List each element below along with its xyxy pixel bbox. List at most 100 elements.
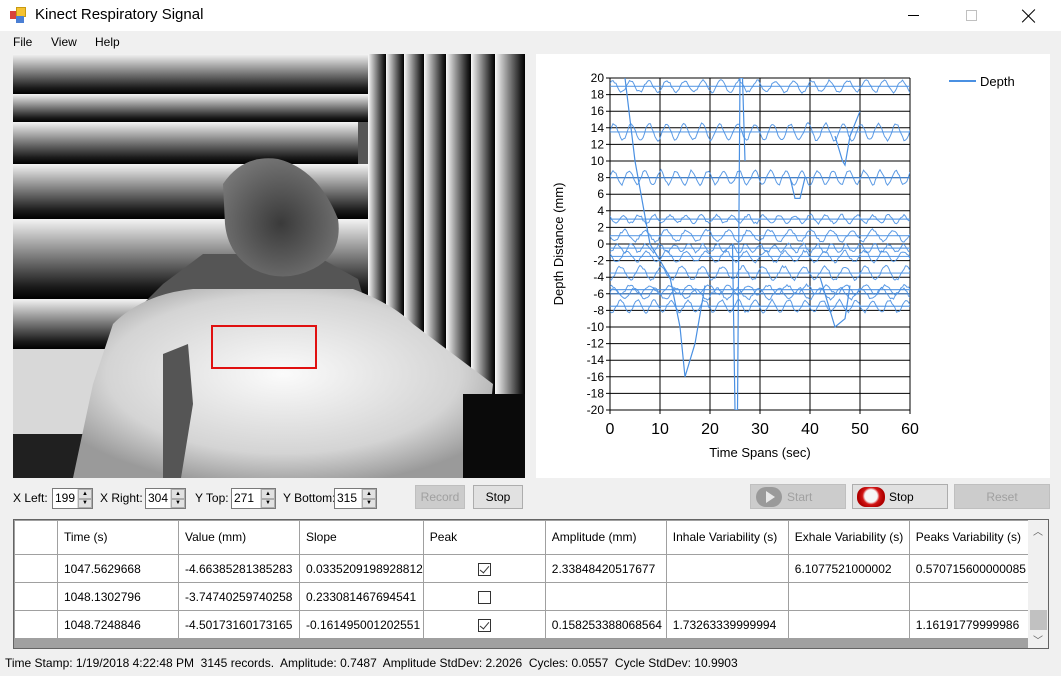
row-header[interactable] xyxy=(14,554,58,583)
y-top-stepper[interactable]: 271 ▲ ▼ xyxy=(231,488,276,509)
y-tick-label: -4 xyxy=(593,270,604,284)
cell-slope[interactable]: 0.0335209198928812 xyxy=(299,554,424,583)
cell-inhale[interactable]: 1.73263339999994 xyxy=(665,610,789,639)
menu-help[interactable]: Help xyxy=(95,35,120,49)
play-icon xyxy=(756,487,782,507)
cell-peak[interactable] xyxy=(422,610,546,639)
y-top-value[interactable]: 271 xyxy=(232,489,260,508)
reset-button[interactable]: Reset xyxy=(954,484,1050,509)
cell-peaks[interactable] xyxy=(908,582,1030,611)
stop-button[interactable]: Stop xyxy=(852,484,948,509)
start-label: Start xyxy=(787,490,813,504)
y-top-up-icon[interactable]: ▲ xyxy=(261,489,275,499)
legend-entry-depth: Depth xyxy=(980,74,1015,89)
x-right-value[interactable]: 304 xyxy=(146,489,170,508)
cell-exhale[interactable] xyxy=(787,582,910,611)
app-icon xyxy=(10,7,27,24)
y-bottom-stepper[interactable]: 315 ▲ ▼ xyxy=(334,488,377,509)
cell-exhale[interactable]: 6.1077521000002 xyxy=(787,554,910,583)
series-spike xyxy=(834,110,861,167)
cell-time[interactable]: 1047.5629668 xyxy=(57,554,179,583)
table-row[interactable]: 1047.5629668 -4.66385281385283 0.033520919… xyxy=(14,554,1030,583)
cell-peak[interactable] xyxy=(422,554,546,583)
x-left-stepper[interactable]: 199 ▲ ▼ xyxy=(52,488,93,509)
x-right-stepper[interactable]: 304 ▲ ▼ xyxy=(145,488,186,509)
x-left-value[interactable]: 199 xyxy=(53,489,77,508)
y-tick-label: -18 xyxy=(587,386,605,400)
y-bottom-up-icon[interactable]: ▲ xyxy=(362,489,376,499)
cell-time[interactable]: 1048.1302796 xyxy=(57,582,179,611)
cell-inhale[interactable] xyxy=(665,554,789,583)
col-slope[interactable]: Slope xyxy=(299,520,424,555)
start-button[interactable]: Start xyxy=(750,484,846,509)
cell-peaks[interactable]: 0.570715600000085 xyxy=(908,554,1030,583)
cell-value[interactable]: -3.74740259740258 xyxy=(178,582,300,611)
roi-stop-button[interactable]: Stop xyxy=(473,485,523,509)
x-right-down-icon[interactable]: ▼ xyxy=(171,498,185,508)
checkbox-checked[interactable] xyxy=(477,618,491,632)
cell-amplitude[interactable] xyxy=(544,582,667,611)
chart-panel-edge xyxy=(1050,54,1061,478)
x-left-down-icon[interactable]: ▼ xyxy=(78,498,92,508)
roi-rectangle[interactable] xyxy=(211,325,317,369)
depth-image-view[interactable] xyxy=(13,54,525,478)
col-time[interactable]: Time (s) xyxy=(57,520,179,555)
x-right-label: X Right: xyxy=(100,491,143,505)
scroll-down-icon[interactable]: ﹀ xyxy=(1028,631,1048,648)
x-right-up-icon[interactable]: ▲ xyxy=(171,489,185,499)
cell-peak[interactable] xyxy=(422,582,546,611)
col-amplitude[interactable]: Amplitude (mm) xyxy=(544,520,667,555)
scroll-thumb[interactable] xyxy=(1030,610,1047,630)
cell-inhale[interactable] xyxy=(665,582,789,611)
depth-chart: 20 18 16 14 12 10 8 6 4 2 0 -2 -4 -6 -8 -10 -12 -14 -16 -18… xyxy=(536,54,1061,478)
record-button[interactable]: Record xyxy=(415,485,465,509)
col-inhale-variability[interactable]: Inhale Variability (s) xyxy=(665,520,789,555)
row-header[interactable] xyxy=(14,610,58,639)
cell-time[interactable]: 1048.7248846 xyxy=(57,610,179,639)
status-bar: Time Stamp: 1/19/2018 4:22:48 PM 3145 re… xyxy=(0,652,1061,676)
maximize-button[interactable] xyxy=(948,0,994,31)
table-row[interactable]: 1048.1302796 -3.74740259740258 0.233081467… xyxy=(14,582,1030,611)
depth-image xyxy=(13,54,525,478)
y-tick-label: -14 xyxy=(587,353,605,367)
menu-view[interactable]: View xyxy=(51,35,77,49)
scroll-up-icon[interactable]: ︿ xyxy=(1028,522,1048,539)
checkbox-checked[interactable] xyxy=(477,562,491,576)
cell-exhale[interactable] xyxy=(787,610,910,639)
stop-icon xyxy=(857,487,885,507)
y-bottom-down-icon[interactable]: ▼ xyxy=(362,498,376,508)
y-bottom-value[interactable]: 315 xyxy=(335,489,361,508)
cell-amplitude[interactable]: 2.33848420517677 xyxy=(544,554,667,583)
x-tick-label: 50 xyxy=(851,421,869,438)
cell-value[interactable]: -4.66385281385283 xyxy=(178,554,300,583)
x-left-up-icon[interactable]: ▲ xyxy=(78,489,92,499)
y-tick-label: -16 xyxy=(587,370,605,384)
x-axis-title: Time Spans (sec) xyxy=(709,445,810,460)
y-top-down-icon[interactable]: ▼ xyxy=(261,498,275,508)
menu-file[interactable]: File xyxy=(13,35,32,49)
close-button[interactable] xyxy=(1006,0,1052,31)
x-left-label: X Left: xyxy=(13,491,48,505)
y-tick-label: -12 xyxy=(587,337,605,351)
window-title: Kinect Respiratory Signal xyxy=(35,6,204,23)
x-tick-label: 0 xyxy=(606,421,615,438)
y-tick-label: 2 xyxy=(597,220,604,234)
x-tick-label: 20 xyxy=(701,421,719,438)
table-scrollbar[interactable]: ︿ ﹀ xyxy=(1028,520,1048,648)
col-exhale-variability[interactable]: Exhale Variability (s) xyxy=(787,520,910,555)
cell-amplitude[interactable]: 0.158253388068564 xyxy=(544,610,667,639)
col-peaks-variability[interactable]: Peaks Variability (s) xyxy=(908,520,1030,555)
row-header[interactable] xyxy=(14,582,58,611)
chart-svg: 20181614121086420-2-4-6-8-10-12-14-16-18… xyxy=(551,71,1015,460)
col-value[interactable]: Value (mm) xyxy=(178,520,300,555)
cell-value[interactable]: -4.50173160173165 xyxy=(178,610,300,639)
menu-bar: File View Help xyxy=(0,31,1061,53)
minimize-button[interactable] xyxy=(890,0,936,31)
col-peak[interactable]: Peak xyxy=(422,520,546,555)
cell-peaks[interactable]: 1.16191779999986 xyxy=(908,610,1030,639)
cell-slope[interactable]: 0.233081467694541 xyxy=(299,582,424,611)
cell-slope[interactable]: -0.161495001202551 xyxy=(299,610,424,639)
table-row[interactable]: 1048.7248846 -4.50173160173165 -0.16149500… xyxy=(14,610,1030,639)
y-tick-label: 10 xyxy=(591,154,605,168)
checkbox-unchecked[interactable] xyxy=(477,590,491,604)
